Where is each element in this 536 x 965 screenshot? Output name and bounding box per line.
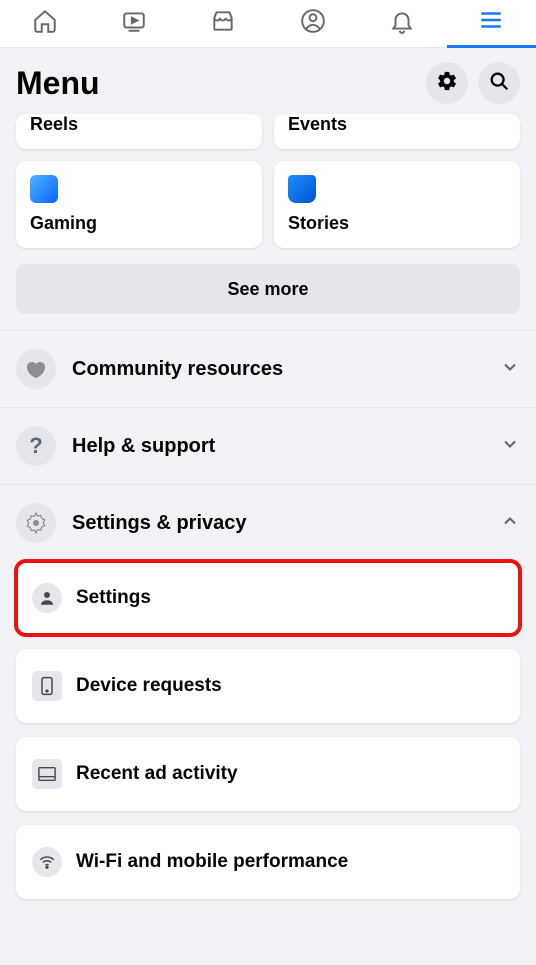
chevron-up-icon: [500, 511, 520, 536]
tab-marketplace[interactable]: [179, 0, 268, 48]
stories-icon: [288, 175, 316, 203]
profile-icon: [300, 8, 326, 39]
item-label: Recent ad activity: [76, 763, 238, 785]
shortcuts-grid: Reels Events Gaming Stories: [0, 114, 536, 248]
tab-notifications[interactable]: [357, 0, 446, 48]
phone-icon: [32, 671, 62, 701]
section-community-resources[interactable]: Community resources: [0, 330, 536, 407]
home-icon: [32, 8, 58, 39]
item-label: Device requests: [76, 675, 222, 697]
marketplace-icon: [210, 8, 236, 39]
shortcut-label: Gaming: [30, 213, 248, 234]
settings-item[interactable]: Settings: [16, 561, 520, 635]
top-tab-bar: [0, 0, 536, 48]
settings-privacy-items: Settings Device requests Recent ad activ…: [0, 561, 536, 933]
section-label: Community resources: [72, 358, 500, 381]
page-title: Menu: [16, 65, 416, 102]
item-label: Settings: [76, 587, 151, 609]
menu-header: Menu: [0, 48, 536, 114]
chevron-down-icon: [500, 357, 520, 382]
search-button[interactable]: [478, 62, 520, 104]
shortcut-reels[interactable]: Reels: [16, 114, 262, 149]
gear-icon: [436, 70, 458, 97]
section-label: Help & support: [72, 435, 500, 458]
ad-icon: [32, 759, 62, 789]
see-more-label: See more: [227, 279, 308, 300]
handshake-icon: [16, 349, 56, 389]
wifi-icon: [32, 847, 62, 877]
gaming-icon: [30, 175, 58, 203]
bell-icon: [389, 8, 415, 39]
tab-home[interactable]: [0, 0, 89, 48]
shortcut-gaming[interactable]: Gaming: [16, 161, 262, 248]
see-more-button[interactable]: See more: [16, 264, 520, 314]
section-help-support[interactable]: ? Help & support: [0, 407, 536, 484]
tab-profile[interactable]: [268, 0, 357, 48]
search-icon: [488, 70, 510, 97]
person-icon: [32, 583, 62, 613]
section-label: Settings & privacy: [72, 512, 500, 535]
play-tv-icon: [121, 8, 147, 39]
wifi-mobile-performance-item[interactable]: Wi-Fi and mobile performance: [16, 825, 520, 899]
device-requests-item[interactable]: Device requests: [16, 649, 520, 723]
question-icon: ?: [16, 426, 56, 466]
tab-watch[interactable]: [89, 0, 178, 48]
gear-icon: [16, 503, 56, 543]
shortcut-label: Reels: [30, 114, 248, 135]
section-settings-privacy[interactable]: Settings & privacy: [0, 484, 536, 561]
shortcut-label: Events: [288, 114, 506, 135]
shortcut-events[interactable]: Events: [274, 114, 520, 149]
settings-gear-button[interactable]: [426, 62, 468, 104]
shortcut-stories[interactable]: Stories: [274, 161, 520, 248]
item-label: Wi-Fi and mobile performance: [76, 851, 348, 873]
tab-menu[interactable]: [447, 0, 536, 48]
chevron-down-icon: [500, 434, 520, 459]
shortcut-label: Stories: [288, 213, 506, 234]
hamburger-icon: [478, 7, 504, 38]
recent-ad-activity-item[interactable]: Recent ad activity: [16, 737, 520, 811]
